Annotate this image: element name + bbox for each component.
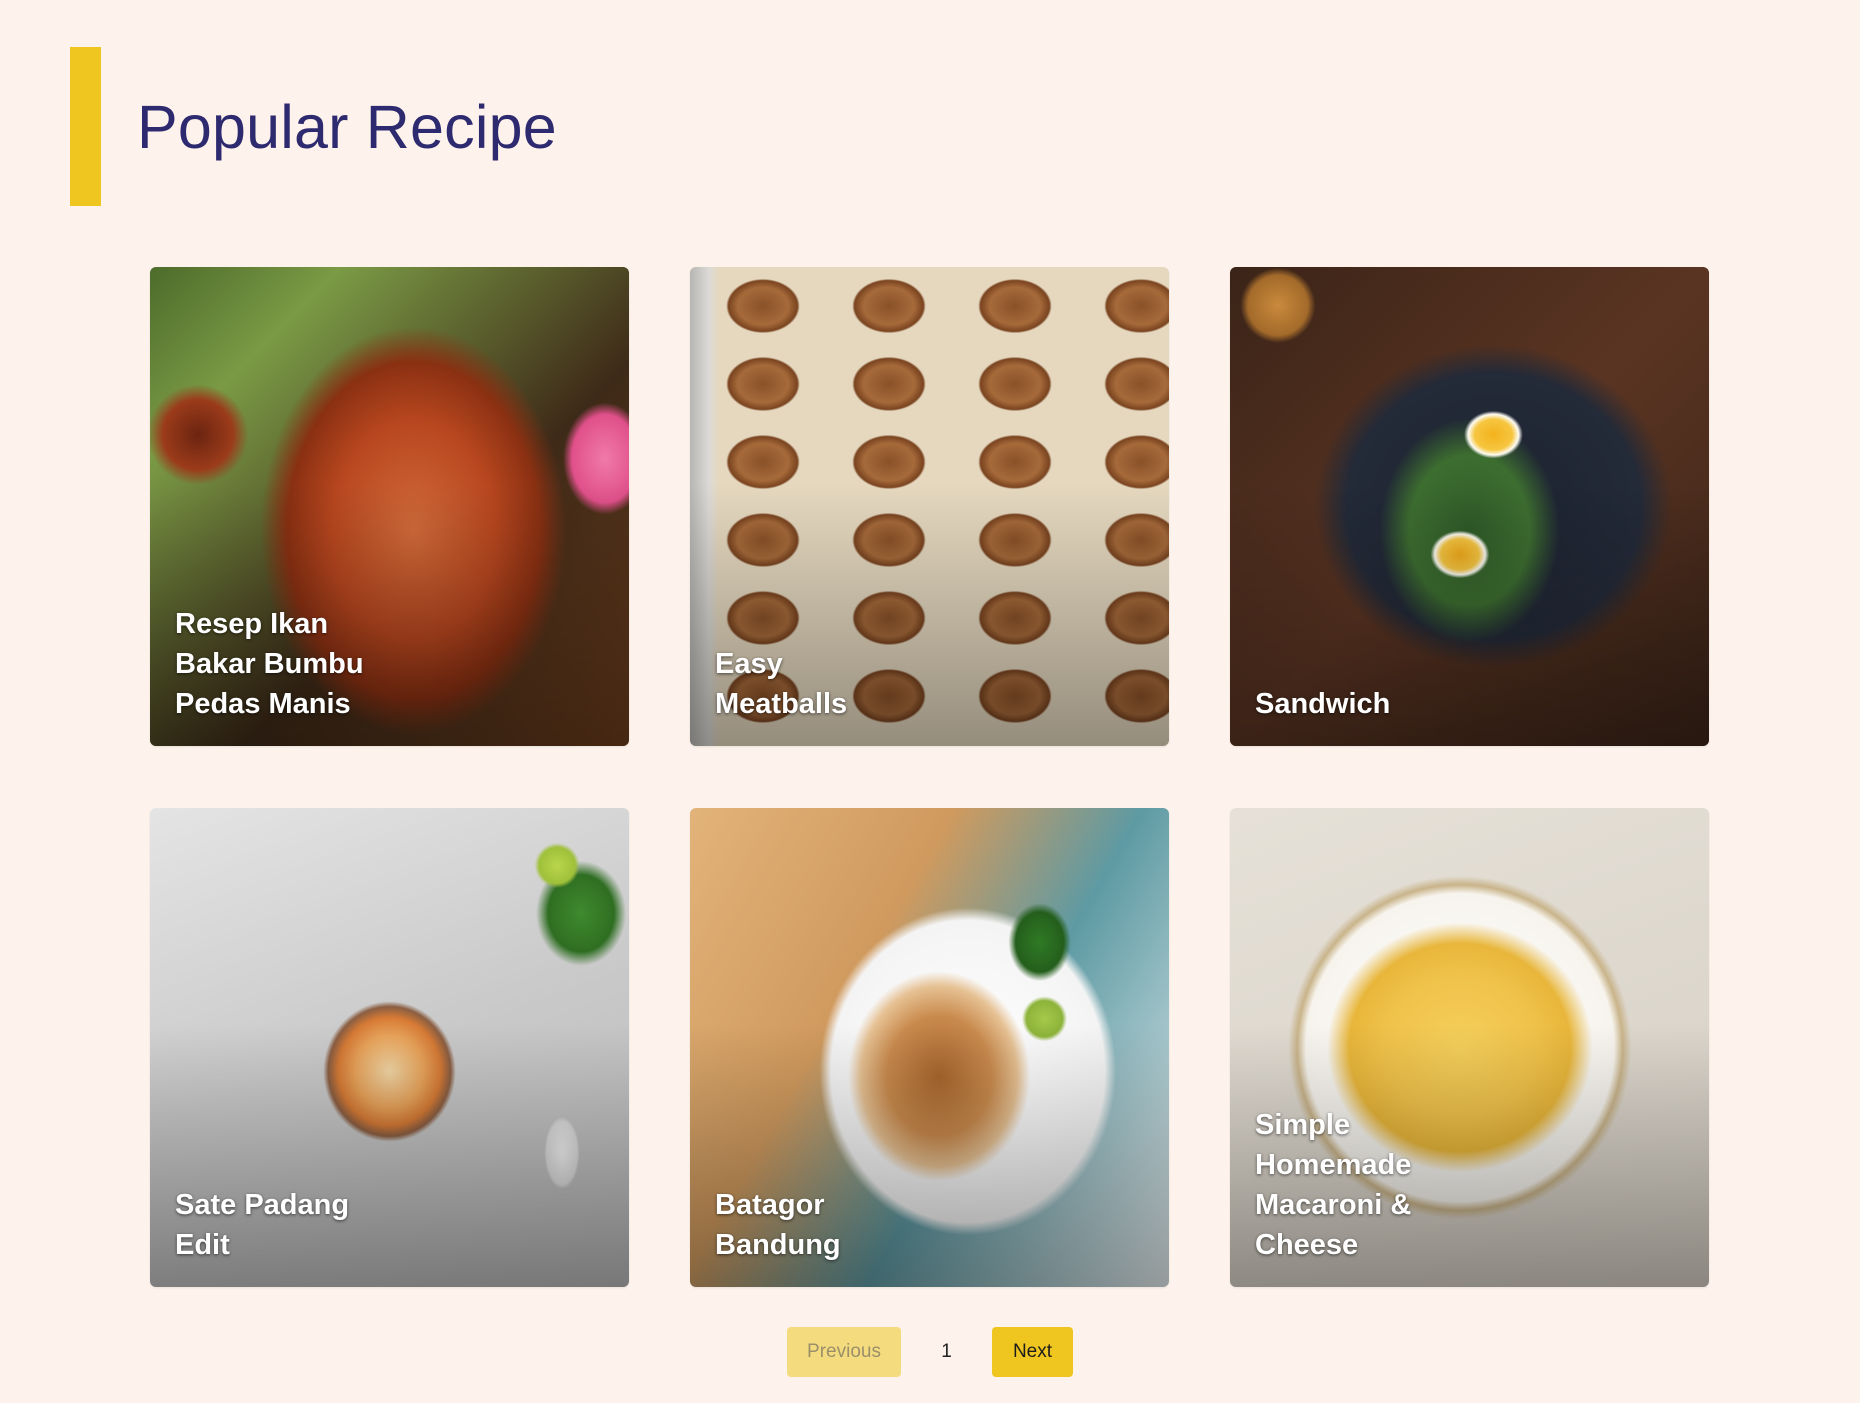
recipe-title[interactable]: Sate Padang Edit xyxy=(175,1185,375,1265)
recipe-title[interactable]: Sandwich xyxy=(1255,684,1455,724)
recipe-title[interactable]: Resep Ikan Bakar Bumbu Pedas Manis xyxy=(175,604,375,724)
recipe-card[interactable]: Resep Ikan Bakar Bumbu Pedas Manis xyxy=(150,267,629,746)
header-accent-bar xyxy=(70,47,101,206)
next-button[interactable]: Next xyxy=(992,1327,1073,1377)
pagination: Previous 1 Next xyxy=(0,1327,1860,1377)
page-title: Popular Recipe xyxy=(137,92,557,161)
recipe-title[interactable]: Batagor Bandung xyxy=(715,1185,915,1265)
recipe-grid: Resep Ikan Bakar Bumbu Pedas Manis Easy … xyxy=(150,267,1709,1287)
recipe-card[interactable]: Sate Padang Edit xyxy=(150,808,629,1287)
recipe-title[interactable]: Easy Meatballs xyxy=(715,644,915,724)
current-page-number[interactable]: 1 xyxy=(901,1341,992,1363)
section-header: Popular Recipe xyxy=(70,47,557,206)
previous-button[interactable]: Previous xyxy=(787,1327,901,1377)
recipe-card[interactable]: Sandwich xyxy=(1230,267,1709,746)
recipe-card[interactable]: Batagor Bandung xyxy=(690,808,1169,1287)
recipe-title[interactable]: Simple Homemade Macaroni & Cheese xyxy=(1255,1105,1455,1265)
recipe-card[interactable]: Easy Meatballs xyxy=(690,267,1169,746)
recipe-card[interactable]: Simple Homemade Macaroni & Cheese xyxy=(1230,808,1709,1287)
